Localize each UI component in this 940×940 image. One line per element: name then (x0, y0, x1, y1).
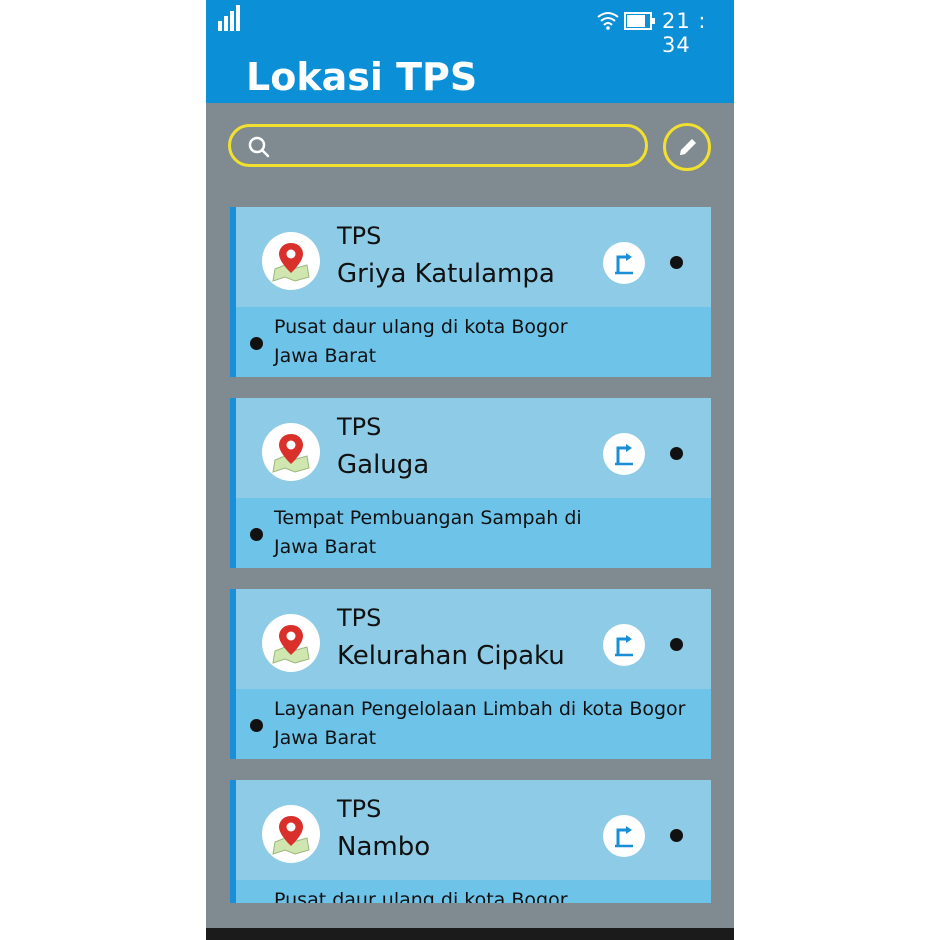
item-name: Kelurahan Cipaku (337, 641, 565, 671)
list-item[interactable]: TPS Galuga Tempat Pembuangan Sampah di J… (230, 398, 711, 568)
item-desc-line2: Jawa Barat (274, 536, 377, 558)
card-header: TPS Kelurahan Cipaku (236, 589, 711, 689)
item-description: Pusat daur ulang di kota Bogor Jawa Bara… (274, 313, 568, 371)
card-header: TPS Nambo (236, 780, 711, 880)
item-name: Griya Katulampa (337, 259, 555, 289)
route-button[interactable] (603, 624, 645, 666)
search-icon (248, 136, 270, 158)
item-desc-line1: Tempat Pembuangan Sampah di (274, 507, 582, 529)
item-description: Tempat Pembuangan Sampah di Jawa Barat (274, 504, 582, 562)
list-item[interactable]: TPS Kelurahan Cipaku Layanan Pengelolaan… (230, 589, 711, 759)
status-time: 21 : 34 (662, 9, 707, 57)
menu-dot[interactable] (670, 447, 683, 460)
map-pin-icon (262, 614, 320, 672)
bullet-dot (250, 528, 263, 541)
item-description: Layanan Pengelolaan Limbah di kota Bogor… (274, 695, 685, 753)
card-header: TPS Griya Katulampa (236, 207, 711, 307)
wifi-icon (597, 12, 619, 30)
bullet-dot (250, 719, 263, 732)
item-label: TPS (337, 222, 382, 250)
map-pin-icon (262, 805, 320, 863)
map-pin-icon (262, 232, 320, 290)
route-icon (615, 253, 633, 275)
app-bar: 21 : 34 Lokasi TPS (206, 0, 734, 103)
edit-button[interactable] (663, 123, 711, 171)
item-name: Nambo (337, 832, 431, 862)
item-label: TPS (337, 604, 382, 632)
item-name: Galuga (337, 450, 430, 480)
pencil-icon (680, 139, 696, 155)
phone-screen: 21 : 34 Lokasi TPS TPS Griya Katulampa P… (206, 0, 734, 940)
search-input[interactable] (228, 124, 648, 167)
route-icon (615, 826, 633, 848)
battery-icon (624, 12, 655, 30)
page-title: Lokasi TPS (246, 55, 478, 99)
route-icon (615, 635, 633, 657)
item-desc-line1: Layanan Pengelolaan Limbah di kota Bogor (274, 698, 686, 720)
item-desc-line1: Pusat daur ulang di kota Bogor (274, 316, 568, 338)
menu-dot[interactable] (670, 829, 683, 842)
list-item[interactable]: TPS Griya Katulampa Pusat daur ulang di … (230, 207, 711, 377)
route-button[interactable] (603, 242, 645, 284)
map-pin-icon (262, 423, 320, 481)
menu-dot[interactable] (670, 256, 683, 269)
item-desc-line2: Jawa Barat (274, 727, 377, 749)
bullet-dot (250, 337, 263, 350)
menu-dot[interactable] (670, 638, 683, 651)
route-button[interactable] (603, 433, 645, 475)
route-icon (615, 444, 633, 466)
status-bar: 21 : 34 (206, 0, 734, 57)
item-label: TPS (337, 413, 382, 441)
card-header: TPS Galuga (236, 398, 711, 498)
item-label: TPS (337, 795, 382, 823)
item-desc-line2: Jawa Barat (274, 345, 377, 367)
route-button[interactable] (603, 815, 645, 857)
navigation-bar (206, 928, 734, 940)
